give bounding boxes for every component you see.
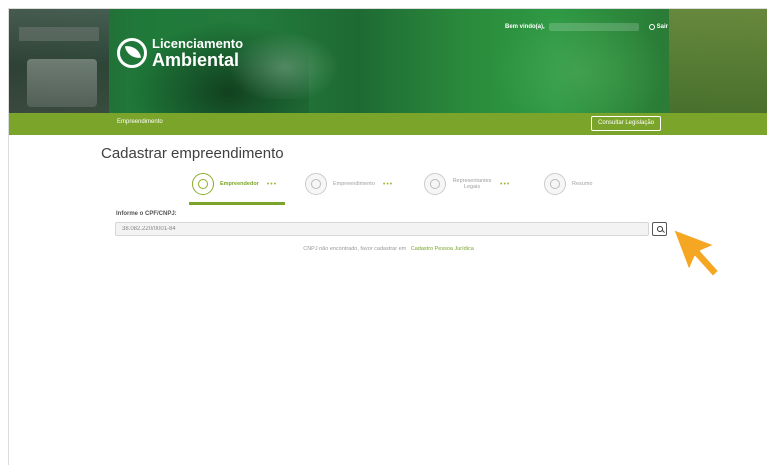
- step-empreendedor[interactable]: Empreendedor •••: [192, 173, 277, 195]
- greeting-text: Bem vindo(a),: [505, 24, 545, 30]
- summary-icon: [544, 173, 566, 195]
- logo-text: Licenciamento Ambiental: [152, 37, 243, 69]
- nav-bar: Empreendimento Consultar Legislação: [9, 113, 767, 135]
- person-icon: [192, 173, 214, 195]
- search-icon: [656, 226, 663, 232]
- register-link[interactable]: Cadastro Pessoa Jurídica: [411, 246, 474, 252]
- step-label: Empreendimento: [333, 181, 375, 187]
- leaf-logo-icon: [117, 38, 147, 68]
- step-connector: •••: [266, 180, 278, 188]
- app-window: Licenciamento Ambiental Bem vindo(a), Sa…: [8, 8, 767, 465]
- step-label: Empreendedor: [220, 181, 259, 187]
- stepper: Empreendedor ••• Empreendimento ••• Repr…: [9, 173, 767, 209]
- app-logo[interactable]: Licenciamento Ambiental: [117, 33, 243, 73]
- user-area: Bem vindo(a), Sair: [505, 20, 675, 34]
- step-connector: •••: [500, 180, 511, 188]
- banner-photo-detail: [19, 27, 99, 41]
- cpf-cnpj-input[interactable]: [115, 222, 649, 236]
- nav-item-empreendimento[interactable]: Empreendimento: [117, 119, 163, 125]
- banner-photo-landscape: [669, 9, 767, 113]
- step-label: Representantes Legais: [452, 178, 492, 190]
- page-title: Cadastrar empreendimento: [101, 145, 284, 162]
- logout-label: Sair: [656, 24, 669, 30]
- people-icon: [424, 173, 446, 195]
- building-icon: [305, 173, 327, 195]
- consult-legislation-button[interactable]: Consultar Legislação: [591, 116, 662, 131]
- step-label: Resumo: [572, 181, 593, 187]
- step-resumo[interactable]: Resumo: [544, 173, 592, 195]
- banner-photo-vehicle: [27, 59, 97, 107]
- logo-line1: Licenciamento: [152, 36, 244, 51]
- step-representantes[interactable]: Representantes Legais •••: [424, 173, 510, 195]
- active-step-indicator: [189, 202, 285, 205]
- cpf-cnpj-label: Informe o CPF/CNPJ:: [116, 211, 177, 217]
- pointer-arrow-icon: [672, 228, 720, 278]
- search-button[interactable]: [652, 222, 667, 236]
- message-text: CNPJ não encontrado, favor cadastrar em: [303, 246, 407, 252]
- logo-line2: Ambiental: [152, 50, 240, 70]
- step-empreendimento[interactable]: Empreendimento •••: [305, 173, 393, 195]
- logout-button[interactable]: Sair: [648, 24, 669, 30]
- not-found-message: CNPJ não encontrado, favor cadastrar em …: [9, 246, 767, 252]
- header-banner: Licenciamento Ambiental Bem vindo(a), Sa…: [9, 9, 767, 113]
- power-icon: [648, 24, 655, 30]
- step-connector: •••: [382, 180, 394, 188]
- username-text: [548, 23, 639, 31]
